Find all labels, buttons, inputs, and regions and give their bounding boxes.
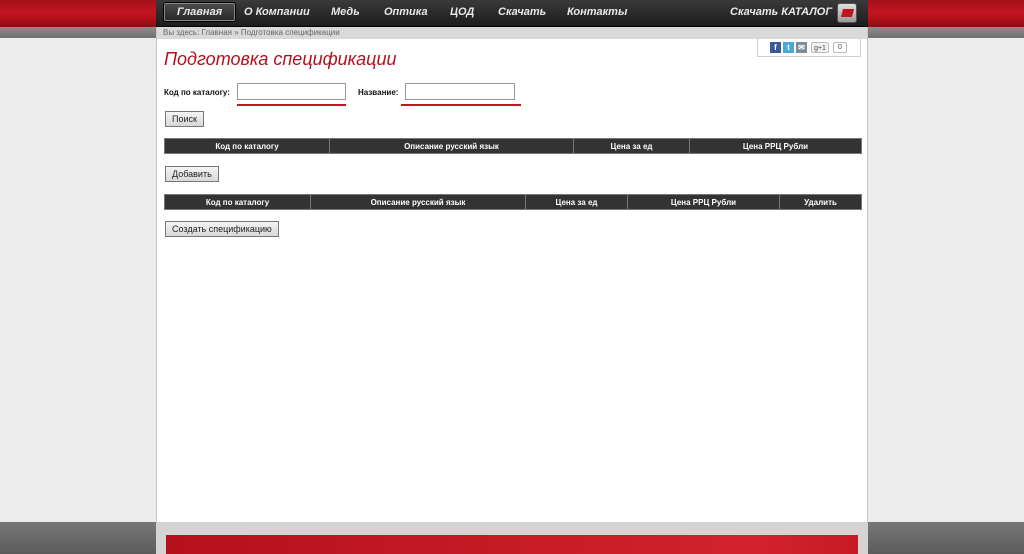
breadcrumb: Вы здесь: Главная » Подготовка специфика… — [157, 27, 867, 39]
name-label: Название: — [358, 88, 399, 97]
catalog-download-icon[interactable] — [837, 3, 857, 23]
results-col-unit-price[interactable]: Цена за ед — [573, 138, 690, 154]
spec-col-description[interactable]: Описание русский язык — [310, 194, 526, 210]
nav-item-about[interactable]: О Компании — [244, 0, 310, 27]
share-bar: f t ✉ g+1 0 — [757, 39, 861, 57]
nav-item-download[interactable]: Скачать — [498, 0, 546, 27]
search-button[interactable]: Поиск — [165, 111, 204, 127]
nav-item-copper[interactable]: Медь — [331, 0, 360, 27]
spec-col-rrp-price[interactable]: Цена РРЦ Рубли — [627, 194, 780, 210]
nav-item-contacts[interactable]: Контакты — [567, 0, 627, 27]
content-panel: Вы здесь: Главная » Подготовка специфика… — [156, 27, 868, 523]
create-specification-button[interactable]: Создать спецификацию — [165, 221, 279, 237]
results-col-description[interactable]: Описание русский язык — [329, 138, 574, 154]
nav-item-home[interactable]: Главная — [164, 3, 236, 21]
footer-panel — [156, 522, 868, 554]
main-navigation: Главная О Компании Медь Оптика ЦОД Скача… — [156, 0, 868, 27]
spec-col-unit-price[interactable]: Цена за ед — [525, 194, 628, 210]
name-input-underline — [401, 104, 521, 106]
footer-red-bar — [166, 535, 858, 554]
code-input[interactable] — [237, 83, 346, 100]
google-plus-button[interactable]: g+1 — [811, 42, 829, 53]
share-count: 0 — [833, 42, 847, 53]
mail-icon[interactable]: ✉ — [796, 42, 807, 53]
add-button[interactable]: Добавить — [165, 166, 219, 182]
spec-col-code[interactable]: Код по каталогу — [164, 194, 311, 210]
facebook-icon[interactable]: f — [770, 42, 781, 53]
results-col-rrp-price[interactable]: Цена РРЦ Рубли — [689, 138, 862, 154]
download-catalog-link[interactable]: Скачать КАТАЛОГ — [730, 0, 832, 27]
results-table: Код по каталогу Описание русский язык Це… — [164, 138, 862, 154]
name-input[interactable] — [405, 83, 515, 100]
spec-col-delete[interactable]: Удалить — [779, 194, 862, 210]
page-title: Подготовка спецификации — [164, 49, 397, 69]
twitter-icon[interactable]: t — [783, 42, 794, 53]
code-label: Код по каталогу: — [164, 88, 230, 97]
results-col-code[interactable]: Код по каталогу — [164, 138, 330, 154]
code-input-underline — [237, 104, 346, 106]
nav-item-datacenter[interactable]: ЦОД — [450, 0, 474, 27]
specification-table: Код по каталогу Описание русский язык Це… — [164, 194, 862, 210]
nav-item-optics[interactable]: Оптика — [384, 0, 428, 27]
